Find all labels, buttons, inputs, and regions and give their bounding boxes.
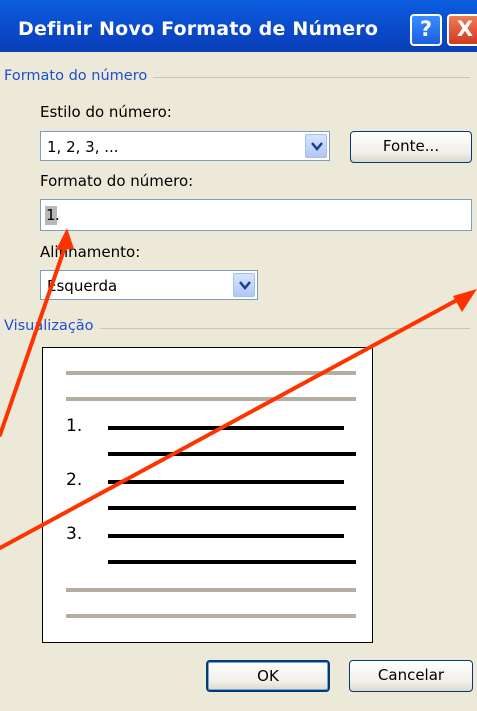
annotation-arrows [0,228,477,550]
arrowhead-icon [56,228,74,250]
annotation-arrow-line [0,242,68,437]
annotation-arrow-line [0,291,472,550]
arrowhead-icon [453,289,477,312]
